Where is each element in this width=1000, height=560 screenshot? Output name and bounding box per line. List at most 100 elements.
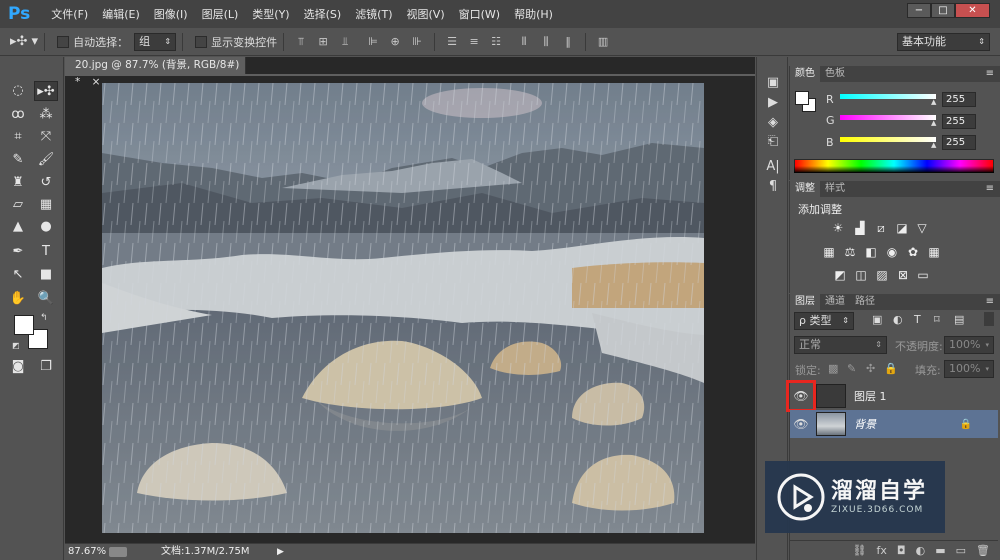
color-lookup-icon[interactable]: ▦: [926, 245, 942, 259]
actions-panel-icon[interactable]: ▶: [762, 93, 784, 113]
maximize-button[interactable]: □: [931, 3, 955, 18]
menu-type[interactable]: 类型(Y): [245, 6, 296, 22]
menu-edit[interactable]: 编辑(E): [95, 6, 147, 22]
color-balance-icon[interactable]: ⚖: [842, 245, 858, 259]
auto-align-icon[interactable]: ▥: [594, 34, 612, 50]
lock-paint-icon[interactable]: ✎: [847, 362, 856, 375]
zoom-level[interactable]: 87.67%: [68, 544, 106, 560]
tab-swatches[interactable]: 色板: [820, 66, 850, 82]
color-fg-swatch[interactable]: [795, 91, 809, 105]
tab-layers[interactable]: 图层: [790, 294, 820, 310]
threshold-icon[interactable]: ▨: [874, 268, 890, 282]
clone-stamp-icon[interactable]: ♜: [6, 173, 30, 193]
gradient-map-icon[interactable]: ▭: [915, 268, 931, 282]
tab-color[interactable]: 颜色: [790, 66, 820, 82]
fill-field[interactable]: 100% ▾: [944, 360, 994, 378]
distribute-right-icon[interactable]: ‖: [559, 34, 577, 50]
paragraph-panel-icon[interactable]: ¶: [762, 177, 784, 197]
crop-tool-icon[interactable]: ⌗: [6, 127, 30, 147]
layer-name[interactable]: 图层 1: [854, 388, 887, 404]
canvas-image[interactable]: [102, 83, 704, 533]
visibility-eye-icon[interactable]: 👁: [790, 417, 812, 431]
default-colors-icon[interactable]: ◩: [12, 341, 20, 350]
swap-colors-icon[interactable]: ↰: [40, 313, 48, 323]
quick-mask-icon[interactable]: ◙: [6, 357, 30, 377]
zoom-tool-icon[interactable]: 🔍: [34, 289, 58, 309]
menu-filter[interactable]: 滤镜(T): [348, 6, 399, 22]
align-hcenter-icon[interactable]: ⊕: [386, 34, 404, 50]
lasso-select-icon[interactable]: ◌: [6, 81, 30, 101]
filter-shape-icon[interactable]: ⌑: [934, 313, 940, 326]
hue-saturation-icon[interactable]: ▦: [821, 245, 837, 259]
opacity-field[interactable]: 100% ▾: [944, 336, 994, 354]
blur-tool-icon[interactable]: ▲: [6, 217, 30, 237]
menu-layer[interactable]: 图层(L): [195, 6, 246, 22]
selective-color-icon[interactable]: ⊠: [895, 268, 911, 282]
filter-type-icon[interactable]: T: [914, 313, 921, 326]
properties-panel-icon[interactable]: ◈: [762, 113, 784, 133]
minimize-button[interactable]: −: [907, 3, 931, 18]
screen-mode-icon[interactable]: ❐: [34, 357, 58, 377]
lock-all-icon[interactable]: 🔒: [884, 362, 898, 375]
tab-channels[interactable]: 通道: [820, 294, 850, 310]
panel-menu-icon[interactable]: ≡: [986, 294, 1000, 310]
polygonal-lasso-icon[interactable]: ꝏ: [6, 105, 30, 125]
add-style-icon[interactable]: fx: [877, 544, 887, 557]
menu-file[interactable]: 文件(F): [44, 6, 95, 22]
auto-select-checkbox[interactable]: [57, 35, 70, 48]
layer-row-background[interactable]: 👁 背景 🔒: [790, 410, 998, 438]
align-vcenter-icon[interactable]: ⊞: [314, 34, 332, 50]
brush-tool-icon[interactable]: 🖌: [34, 150, 58, 170]
slider-thumb-icon[interactable]: ▲: [931, 141, 936, 149]
move-tool-preset-icon[interactable]: ▸✣ ▾: [10, 34, 38, 49]
type-tool-icon[interactable]: T: [34, 242, 58, 262]
lock-move-icon[interactable]: ✣: [866, 362, 875, 375]
channel-mixer-icon[interactable]: ✿: [905, 245, 921, 259]
history-brush-icon[interactable]: ↺: [34, 173, 58, 193]
channel-r-value[interactable]: 255: [942, 92, 976, 107]
tab-adjustments[interactable]: 调整: [790, 181, 820, 197]
character-panel-icon[interactable]: A|: [762, 157, 784, 177]
channel-b-value[interactable]: 255: [942, 135, 976, 150]
tab-paths[interactable]: 路径: [850, 294, 880, 310]
move-tool-icon[interactable]: ▸✣: [34, 81, 58, 101]
posterize-icon[interactable]: ◫: [853, 268, 869, 282]
layer-name[interactable]: 背景: [854, 416, 876, 432]
photo-filter-icon[interactable]: ◉: [884, 245, 900, 259]
filter-pixel-icon[interactable]: ▣: [872, 313, 882, 326]
distribute-vcenter-icon[interactable]: ≡: [465, 34, 483, 50]
workspace-dropdown[interactable]: 基本功能 ⇕: [897, 32, 990, 51]
info-panel-icon[interactable]: ⎗: [762, 132, 784, 152]
distribute-bottom-icon[interactable]: ☷: [487, 34, 505, 50]
channel-r-slider[interactable]: [840, 94, 936, 99]
brightness-icon[interactable]: ☀: [830, 221, 846, 235]
new-layer-icon[interactable]: ▭: [956, 544, 966, 557]
exposure-icon[interactable]: ◪: [894, 221, 910, 235]
delete-layer-icon[interactable]: 🗑: [976, 544, 990, 557]
show-transform-checkbox[interactable]: [195, 35, 208, 48]
menu-help[interactable]: 帮助(H): [507, 6, 560, 22]
layer-kind-filter[interactable]: ρ 类型 ⇕: [794, 312, 854, 330]
invert-icon[interactable]: ◩: [832, 268, 848, 282]
menu-image[interactable]: 图像(I): [147, 6, 195, 22]
menu-view[interactable]: 视图(V): [400, 6, 452, 22]
distribute-top-icon[interactable]: ☰: [443, 34, 461, 50]
slider-thumb-icon[interactable]: ▲: [931, 119, 936, 127]
gradient-tool-icon[interactable]: ▦: [34, 195, 58, 215]
new-group-icon[interactable]: ▬: [935, 544, 945, 557]
panel-menu-icon[interactable]: ≡: [986, 66, 1000, 82]
distribute-left-icon[interactable]: ⦀: [515, 34, 533, 50]
path-selection-icon[interactable]: ↖: [6, 265, 30, 285]
magic-wand-icon[interactable]: ⁂: [34, 105, 58, 125]
eraser-icon[interactable]: ▱: [6, 195, 30, 215]
align-left-icon[interactable]: ⊫: [364, 34, 382, 50]
curves-icon[interactable]: ⧄: [873, 221, 889, 235]
channel-g-value[interactable]: 255: [942, 114, 976, 129]
vibrance-icon[interactable]: ▽: [914, 221, 930, 235]
align-top-icon[interactable]: ⫪: [292, 34, 310, 50]
history-panel-icon[interactable]: ▣: [762, 73, 784, 93]
levels-icon[interactable]: ▟: [852, 221, 868, 235]
tab-styles[interactable]: 样式: [820, 181, 850, 197]
blend-mode-dropdown[interactable]: 正常 ⇕: [794, 336, 887, 354]
slider-thumb-icon[interactable]: ▲: [931, 98, 936, 106]
